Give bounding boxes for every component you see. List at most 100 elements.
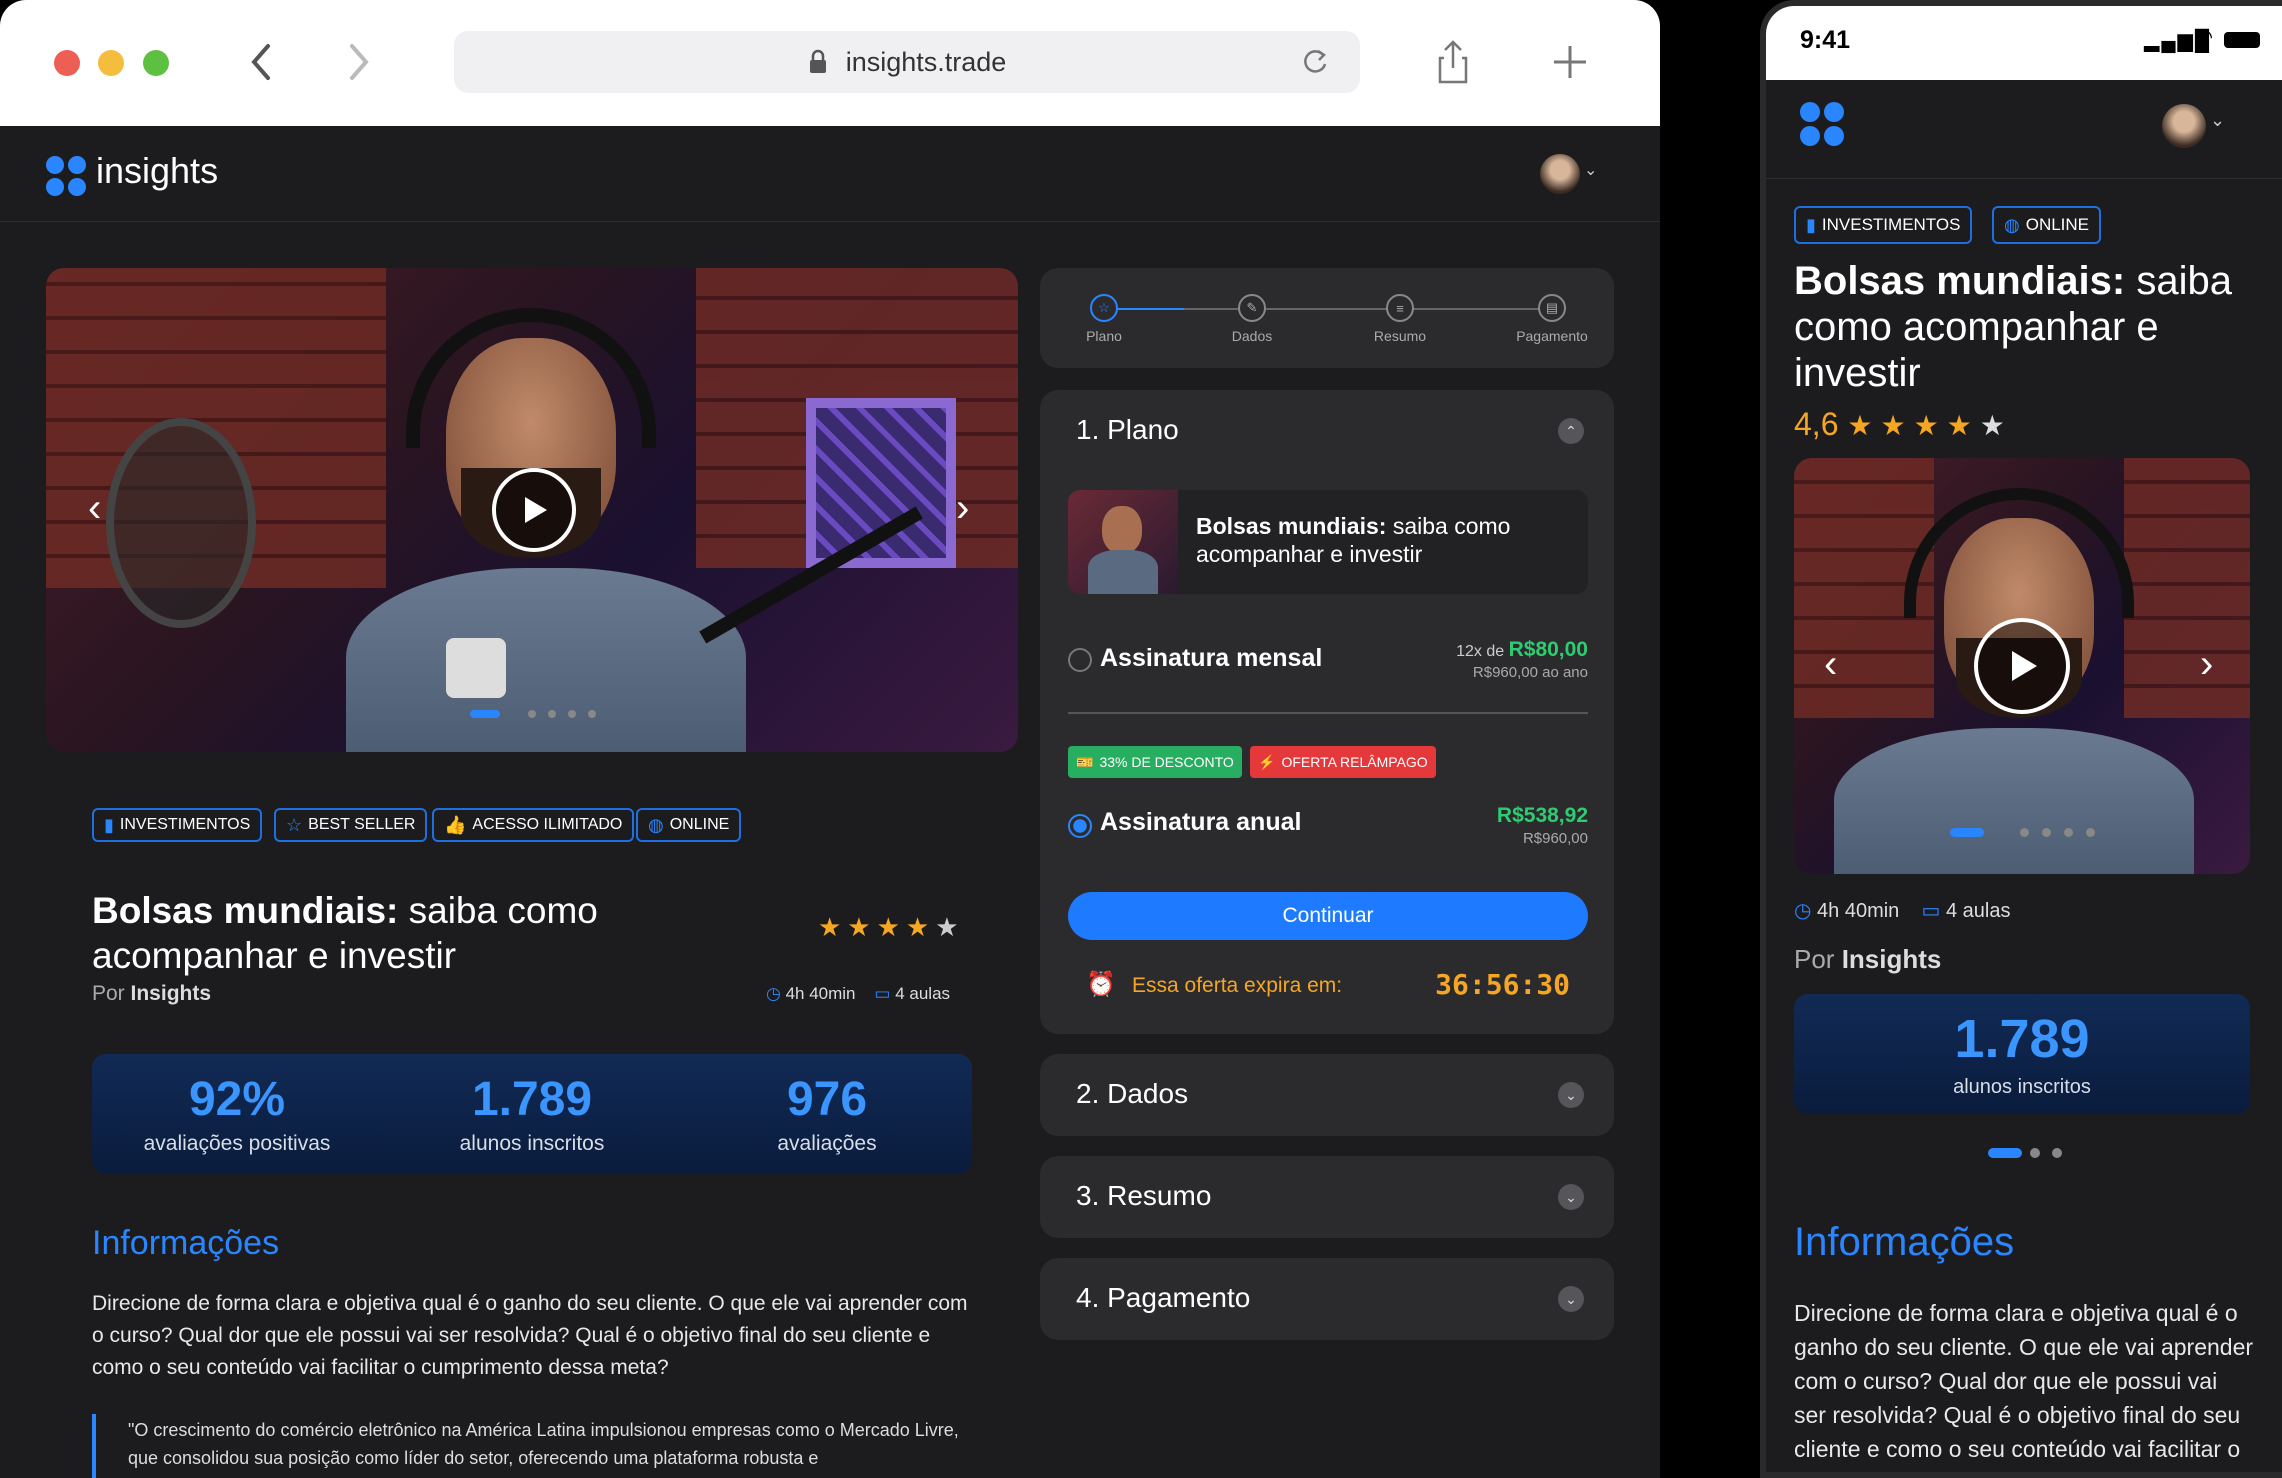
page-content: ‹ › ▮ INVESTIMENTOS ☆ BEST SELLER 👍 ACESSO … xyxy=(0,222,1660,1478)
carousel-dot[interactable] xyxy=(568,710,576,718)
stats-dot[interactable] xyxy=(2052,1148,2062,1158)
stat-value: 92% xyxy=(188,1073,286,1126)
url-text: insights.trade xyxy=(454,31,1360,93)
checkout-stepper: ☆ Plano ✎ Dados ≡ Resumo ▤ Pagamento xyxy=(1040,268,1614,368)
ticket-icon: 🎫 xyxy=(1076,753,1094,770)
course-title-bold: Bolsas mundiais: xyxy=(92,890,399,931)
stat-value: 1.789 xyxy=(1954,1009,2090,1069)
globe-icon: ◍ xyxy=(648,814,664,835)
chevron-down-icon[interactable]: ⌄ xyxy=(1558,1286,1584,1312)
carousel-dot[interactable] xyxy=(2064,828,2073,837)
stat-label: avaliações positivas xyxy=(143,1132,331,1155)
close-window-button[interactable] xyxy=(54,50,80,76)
radio-annual-selected[interactable] xyxy=(1068,814,1092,838)
badge-label: ONLINE xyxy=(669,816,730,833)
product-title: Bolsas mundiais: saiba como acompanhar e… xyxy=(1196,512,1566,568)
course-video[interactable]: ‹ › xyxy=(46,268,1018,752)
bar-chart-icon: ▮ xyxy=(104,814,114,835)
forward-icon[interactable] xyxy=(344,42,374,82)
carousel-dot[interactable] xyxy=(528,710,536,718)
carousel-dot[interactable] xyxy=(588,710,596,718)
badge-investimentos: ▮ INVESTIMENTOS xyxy=(92,808,263,842)
next-slide-button[interactable]: › xyxy=(956,486,969,531)
rating: 4,6 ★★★★★ xyxy=(1794,406,2013,442)
insights-logo-icon[interactable] xyxy=(46,156,86,196)
annual-label[interactable]: Assinatura anual xyxy=(1100,808,1301,837)
bar-chart-icon: ▮ xyxy=(1806,214,1816,235)
course-title: Bolsas mundiais: saiba como acompanhar e… xyxy=(1794,258,2254,396)
carousel-dot[interactable] xyxy=(2042,828,2051,837)
badge-label: INVESTIMENTOS xyxy=(119,816,251,833)
status-bar: 9:41 ▂▄▆█ ◠ xyxy=(1766,6,2282,80)
browser-toolbar: insights.trade xyxy=(0,0,1660,126)
step-dados[interactable]: ✎ Dados xyxy=(1212,294,1292,344)
carousel-dot[interactable] xyxy=(548,710,556,718)
prev-slide-button[interactable]: ‹ xyxy=(88,486,101,531)
insights-logo-icon[interactable] xyxy=(1800,102,1844,146)
address-bar[interactable]: insights.trade xyxy=(454,31,1360,93)
course-meta: ◷ 4h 40min ▭ 4 aulas xyxy=(766,984,950,1004)
chevron-down-icon[interactable]: ⌄ xyxy=(1584,160,1597,180)
chevron-down-icon[interactable]: ⌄ xyxy=(2210,110,2225,131)
course-title: Bolsas mundiais: saiba como acompanhar e… xyxy=(92,888,612,978)
share-icon[interactable] xyxy=(1438,40,1468,84)
chevron-down-icon[interactable]: ⌄ xyxy=(1558,1184,1584,1210)
badge-best-seller: ☆ BEST SELLER xyxy=(274,808,428,842)
avatar[interactable] xyxy=(1540,154,1580,194)
step-label: Pagamento xyxy=(1516,328,1588,344)
clock-time: 9:41 xyxy=(1800,26,1851,54)
quote-bar xyxy=(92,1414,96,1478)
star-icon: ☆ xyxy=(1090,294,1118,322)
info-text: Direcione de forma clara e objetiva qual… xyxy=(1794,1300,2254,1472)
app-header: insights ⌄ xyxy=(0,126,1660,222)
badge-label: BEST SELLER xyxy=(308,816,416,833)
clock-icon: ◷ xyxy=(766,984,781,1003)
brand-name: insights xyxy=(96,150,219,191)
pencil-icon: ✎ xyxy=(1238,294,1266,322)
stats-panel: 1.789 alunos inscritos xyxy=(1794,994,2250,1114)
radio-monthly[interactable] xyxy=(1068,648,1092,672)
alarm-clock-icon: ⏰ xyxy=(1086,971,1116,998)
annual-old-price: R$960,00 xyxy=(1522,830,1588,847)
badge-investimentos: ▮ INVESTIMENTOS xyxy=(1794,206,1973,244)
back-icon[interactable] xyxy=(246,42,276,82)
maximize-window-button[interactable] xyxy=(143,50,169,76)
minimize-window-button[interactable] xyxy=(98,50,124,76)
play-button[interactable] xyxy=(1974,618,2070,714)
monthly-price-line: 12x de R$80,00 xyxy=(1340,638,1588,662)
stats-dot[interactable] xyxy=(2030,1148,2040,1158)
browser-window: insights.trade insights ⌄ ‹ › ▮ INVESTIM… xyxy=(0,0,1660,1478)
badge-label: INVESTIMENTOS xyxy=(1821,215,1961,234)
new-tab-icon[interactable] xyxy=(1552,44,1588,80)
carousel-dot-active[interactable] xyxy=(470,710,500,718)
video-icon: ▭ xyxy=(874,984,891,1003)
course-video[interactable]: ‹ › xyxy=(1794,458,2250,874)
step-label: Dados xyxy=(1231,328,1273,344)
step-pagamento[interactable]: ▤ Pagamento xyxy=(1502,294,1602,344)
section-title[interactable]: 1. Plano xyxy=(1076,414,1179,446)
monthly-price: R$80,00 xyxy=(1508,638,1588,661)
section-pagamento[interactable]: 4. Pagamento ⌄ xyxy=(1040,1258,1614,1340)
section-resumo[interactable]: 3. Resumo ⌄ xyxy=(1040,1156,1614,1238)
continue-button[interactable]: Continuar xyxy=(1068,892,1588,940)
chevron-up-icon[interactable]: ⌃ xyxy=(1558,418,1584,444)
course-title-bold: Bolsas mundiais: xyxy=(1794,259,2126,303)
step-plano[interactable]: ☆ Plano xyxy=(1064,294,1144,344)
stats-dot-active[interactable] xyxy=(1988,1148,2022,1158)
reload-icon[interactable] xyxy=(1300,47,1330,77)
prev-slide-button[interactable]: ‹ xyxy=(1824,642,1837,687)
next-slide-button[interactable]: › xyxy=(2200,642,2213,687)
section-dados[interactable]: 2. Dados ⌄ xyxy=(1040,1054,1614,1136)
carousel-dot-active[interactable] xyxy=(1950,828,1984,837)
step-label: Plano xyxy=(1086,328,1122,344)
play-button[interactable] xyxy=(492,468,576,552)
monthly-label[interactable]: Assinatura mensal xyxy=(1100,644,1322,673)
lessons-count: 4 aulas xyxy=(895,984,951,1003)
info-title: Informações xyxy=(92,1224,280,1262)
step-resumo[interactable]: ≡ Resumo xyxy=(1360,294,1440,344)
carousel-dot[interactable] xyxy=(2086,828,2095,837)
chevron-down-icon[interactable]: ⌄ xyxy=(1558,1082,1584,1108)
carousel-dot[interactable] xyxy=(2020,828,2029,837)
annual-price: R$538,92 xyxy=(1496,804,1588,827)
avatar[interactable] xyxy=(2162,104,2206,148)
